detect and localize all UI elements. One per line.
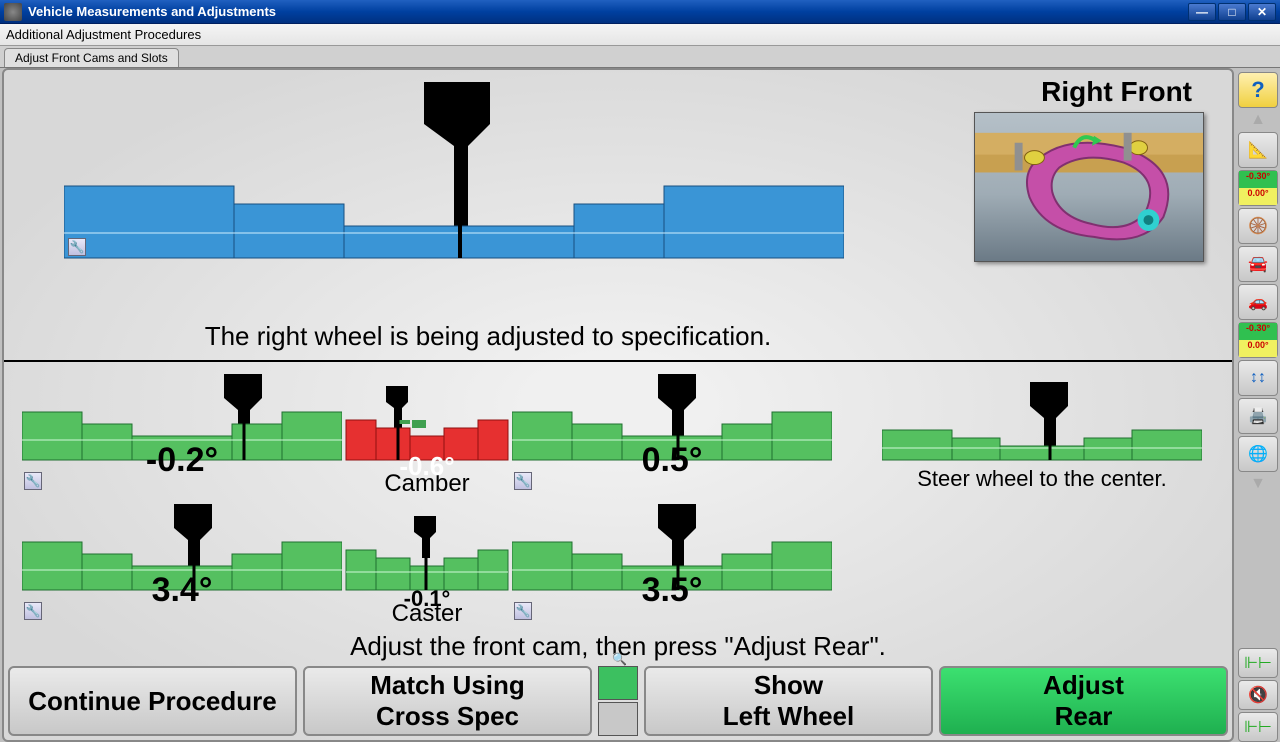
continue-procedure-button[interactable]: Continue Procedure: [8, 666, 297, 736]
button-label: Continue Procedure: [28, 686, 276, 717]
wrench-icon[interactable]: 🔧: [68, 238, 86, 256]
side-btn-vehicle-rear[interactable]: 🚗: [1238, 284, 1278, 320]
status-text: The right wheel is being adjusted to spe…: [4, 321, 972, 352]
side-btn-readings-2[interactable]: -0.30° 0.00°: [1238, 322, 1278, 358]
side-btn-axle-2[interactable]: ⊩⊢: [1238, 712, 1278, 742]
caster-cross-value: -0.1°: [342, 586, 512, 612]
button-label: Rear: [1055, 701, 1113, 732]
reading-value: 0.00°: [1239, 340, 1277, 357]
angle-icon: 📐: [1248, 140, 1268, 160]
corner-label: Right Front: [1041, 76, 1192, 108]
top-panel: Right Front: [4, 70, 1232, 362]
swatch-green: [598, 666, 638, 700]
menubar: Additional Adjustment Procedures: [0, 24, 1280, 46]
gauge-caster-cross: -0.1° Caster: [342, 502, 512, 628]
camber-right-value: 0.5°: [512, 441, 832, 480]
side-btn-steering[interactable]: 🛞: [1238, 208, 1278, 244]
axle-icon: ⊩⊢: [1244, 653, 1272, 673]
globe-icon: 🌐: [1248, 444, 1268, 464]
main-panel: Right Front: [2, 68, 1234, 742]
gauge-camber-left: 🔧 -0.2°: [22, 372, 342, 498]
side-btn-print[interactable]: 🖨️: [1238, 398, 1278, 434]
car-rear-icon: 🚗: [1248, 292, 1268, 312]
app-icon: [4, 3, 22, 21]
sidebar: ? ▲ 📐 -0.30° 0.00° 🛞 🚘 🚗 -0.30° 0.00° ↕↕…: [1236, 68, 1280, 742]
show-left-wheel-button[interactable]: Show Left Wheel: [644, 666, 933, 736]
window-title: Vehicle Measurements and Adjustments: [28, 4, 1188, 19]
steering-icon: 🛞: [1248, 216, 1268, 236]
magnifier-icon: 🔍: [612, 652, 627, 666]
car-icon: 🚘: [1248, 254, 1268, 274]
scroll-down-icon[interactable]: ▼: [1239, 474, 1277, 494]
menu-additional-procedures[interactable]: Additional Adjustment Procedures: [6, 27, 201, 42]
gauge-camber-right: 🔧 0.5°: [512, 372, 832, 498]
mute-icon: 🔇: [1248, 685, 1268, 705]
gauge-steer: Steer wheel to the center.: [882, 372, 1202, 498]
button-label: Left Wheel: [723, 701, 854, 732]
window-titlebar: Vehicle Measurements and Adjustments — □…: [0, 0, 1280, 24]
help-icon: ?: [1251, 77, 1264, 103]
help-button[interactable]: ?: [1238, 72, 1278, 108]
reading-value: 0.00°: [1239, 188, 1277, 205]
color-swatch-toggle[interactable]: 🔍: [598, 666, 638, 736]
camber-cross-value: -0.6°: [342, 451, 512, 482]
arrows-icon: ↕↕: [1250, 369, 1266, 387]
gauge-caster-right: 🔧 3.5°: [512, 502, 832, 628]
reading-value: -0.30°: [1239, 171, 1277, 188]
swatch-gray: [598, 702, 638, 736]
gauge-camber-cross: -0.6° Camber: [342, 372, 512, 498]
match-cross-spec-button[interactable]: Match Using Cross Spec: [303, 666, 592, 736]
side-btn-gauge-icon[interactable]: 📐: [1238, 132, 1278, 168]
side-btn-arrows[interactable]: ↕↕: [1238, 360, 1278, 396]
caster-left-value: 3.4°: [22, 571, 342, 610]
maximize-button[interactable]: □: [1218, 3, 1246, 21]
button-label: Cross Spec: [376, 701, 519, 732]
minimize-button[interactable]: —: [1188, 3, 1216, 21]
bottom-panel: 🔧 -0.2° -0.6°: [4, 362, 1232, 629]
gauge-caster-left: 🔧 3.4°: [22, 502, 342, 628]
button-label: Show: [754, 670, 823, 701]
printer-icon: 🖨️: [1248, 406, 1268, 426]
main-tolerance-gauge: [64, 78, 844, 268]
close-button[interactable]: ✕: [1248, 3, 1276, 21]
side-btn-axle-1[interactable]: ⊩⊢: [1238, 648, 1278, 678]
button-bar: Continue Procedure Match Using Cross Spe…: [4, 666, 1232, 740]
button-label: Match Using: [370, 670, 525, 701]
side-btn-vehicle[interactable]: 🚘: [1238, 246, 1278, 282]
side-btn-globe[interactable]: 🌐: [1238, 436, 1278, 472]
camber-left-value: -0.2°: [22, 441, 342, 480]
tab-adjust-front-cams[interactable]: Adjust Front Cams and Slots: [4, 48, 179, 67]
reading-value: -0.30°: [1239, 323, 1277, 340]
steer-label: Steer wheel to the center.: [882, 466, 1202, 492]
scroll-up-icon[interactable]: ▲: [1239, 110, 1277, 130]
button-label: Adjust: [1043, 670, 1124, 701]
axle-icon: ⊩⊢: [1244, 717, 1272, 737]
adjust-rear-button[interactable]: Adjust Rear: [939, 666, 1228, 736]
tabbar: Adjust Front Cams and Slots: [0, 46, 1280, 68]
side-btn-readings-1[interactable]: -0.30° 0.00°: [1238, 170, 1278, 206]
side-btn-mute[interactable]: 🔇: [1238, 680, 1278, 710]
caster-right-value: 3.5°: [512, 571, 832, 610]
suspension-illustration: [974, 112, 1204, 262]
